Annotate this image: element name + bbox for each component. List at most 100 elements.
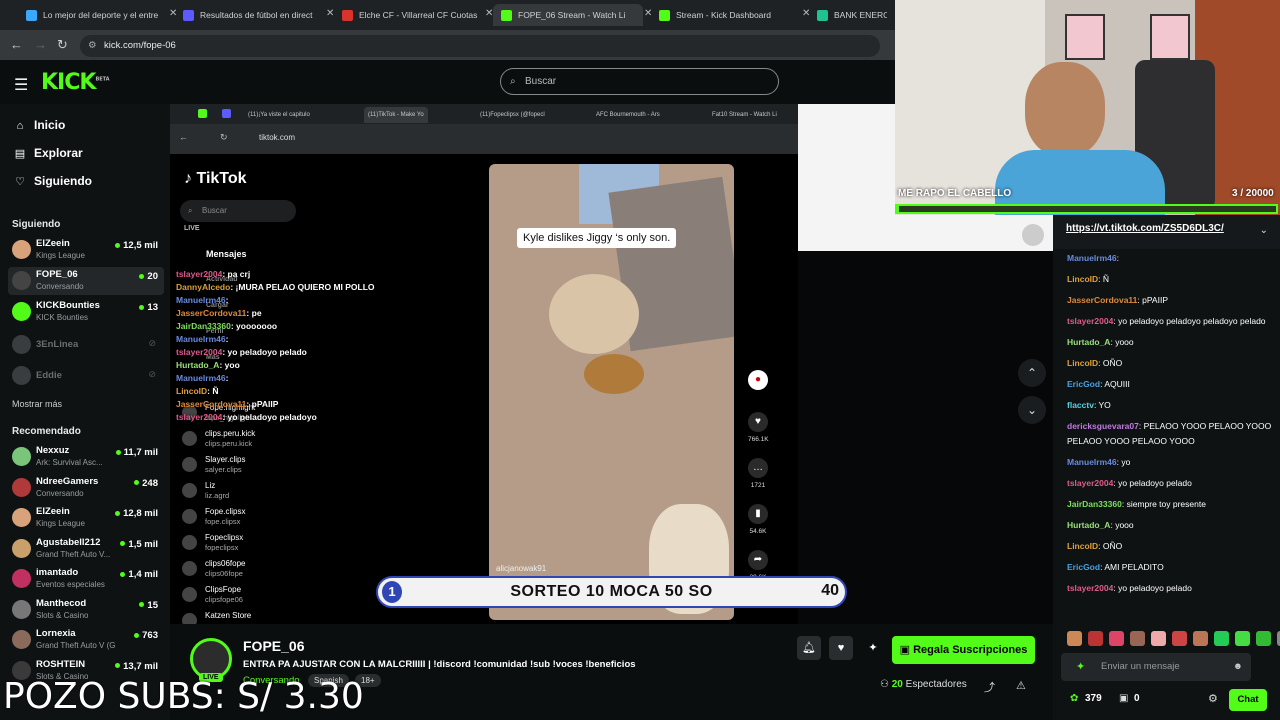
viewer-number: 20 (891, 679, 903, 690)
emote-icon[interactable] (1088, 631, 1103, 646)
chat-username[interactable]: EricGod (1067, 562, 1100, 572)
channel-viewers: 763 (134, 630, 158, 641)
browser-tab[interactable]: Stream - Kick Dashboard (651, 4, 801, 26)
browser-tab[interactable]: Resultados de fútbol en direct (175, 4, 325, 26)
gift-icon[interactable]: ▣ (1119, 693, 1128, 704)
share-icon[interactable]: ⤴ (984, 679, 995, 695)
inner-browser-tab: (11)¡Ya viste el capitulo (248, 112, 310, 118)
nav-siguiendo[interactable]: ♡ Siguiendo (12, 174, 92, 188)
emote-icon[interactable] (1130, 631, 1145, 646)
chat-message: Hurtado_A: yooo (1067, 337, 1134, 347)
chat-input[interactable]: ✦ Enviar un mensaje ☻ (1061, 653, 1251, 681)
chat-username[interactable]: tslayer2004 (1067, 316, 1113, 326)
viewer-number: 13 (147, 302, 158, 313)
channel-category: Eventos especiales (36, 580, 105, 589)
chevron-down-icon[interactable]: ⌄ (1260, 225, 1268, 236)
chat-username[interactable]: JasserCordova11 (1067, 295, 1137, 305)
emote-icon[interactable] (1172, 631, 1187, 646)
settings-gear-icon[interactable]: ⚙ (1208, 692, 1218, 705)
pinned-link[interactable]: https://vt.tiktok.com/ZS5D6DL3C/ (1066, 223, 1224, 234)
sidebar-channel[interactable]: ElZeein Kings League 12,5 mil (8, 236, 164, 264)
sidebar-channel[interactable]: NdreeGamers Conversando 248 (8, 474, 164, 502)
browser-tab[interactable]: Elche CF - Villarreal CF Cuotas (334, 4, 484, 26)
chat-username[interactable]: Manuelrm46 (1067, 253, 1117, 263)
overlay-chat-line: Manuelrm46: (176, 373, 229, 383)
overlay-chat-text: yo peladoyo pelado (227, 347, 307, 357)
emote-icon[interactable] (1256, 631, 1271, 646)
emote-icon[interactable] (1235, 631, 1250, 646)
chat-username[interactable]: JairDan33360 (1067, 499, 1122, 509)
sidebar-channel[interactable]: Agustabell212 Grand Theft Auto V... 1,5 mi… (8, 535, 164, 563)
emote-icon[interactable] (1193, 631, 1208, 646)
avatar (12, 569, 31, 588)
sidebar-channel[interactable]: Nexxuz Ark: Survival Asc... 11,7 mil (8, 443, 164, 471)
sidebar-channel[interactable]: ElZeein Kings League 12,8 mil (8, 504, 164, 532)
scroll-down-icon[interactable]: ⌄ (1018, 396, 1046, 424)
browser-tab[interactable]: FOPE_06 Stream - Watch Li (493, 4, 643, 26)
emote-icon[interactable] (1151, 631, 1166, 646)
chat-username[interactable]: flacctv (1067, 400, 1094, 410)
chat-username[interactable]: dericksguevara07 (1067, 421, 1139, 431)
sparkle-icon[interactable]: ✦ (861, 636, 885, 660)
pinned-message[interactable]: https://vt.tiktok.com/ZS5D6DL3C/ ⌄ (1053, 215, 1280, 249)
sidebar-channel[interactable]: FOPE_06 Conversando 20 (8, 267, 164, 295)
overlay-chat-line: JasserCordova11: pe (176, 308, 262, 318)
sidebar-channel[interactable]: KICKBounties KICK Bounties 13 (8, 298, 164, 326)
chat-message: tslayer2004: yo peladoyo pelado (1067, 477, 1192, 488)
streamer-name[interactable]: FOPE_06 (243, 638, 304, 654)
sidebar-channel-offline[interactable]: 3EnLinea ⊘ (8, 331, 164, 359)
points-icon[interactable]: ✿ (1070, 693, 1078, 704)
overlay-chat-line: tslayer2004: yo peladoyo pelado (176, 347, 307, 357)
sidebar-channel-offline[interactable]: Eddie ⊘ (8, 362, 164, 390)
chat-message: LincoID: OÑO (1067, 540, 1123, 551)
overlay-chat-user: JasserCordova11 (176, 308, 247, 318)
sidebar-channel[interactable]: imantado Eventos especiales 1,4 mil (8, 565, 164, 593)
notification-bell-icon[interactable]: 🔔︎ (797, 636, 821, 660)
channel-category: Conversando (36, 488, 84, 498)
raffle-text: SORTEO 10 MOCA 50 SO (510, 583, 713, 600)
chat-username[interactable]: tslayer2004 (1067, 478, 1113, 488)
follow-heart-icon[interactable]: ♥ (829, 636, 853, 660)
browse-icon: ▤ (14, 148, 26, 160)
sidebar-channel[interactable]: Lornexia Grand Theft Auto V (G... 763 (8, 626, 164, 654)
url-field[interactable]: ⚙ kick.com/fope-06 (80, 35, 880, 57)
chat-send-button[interactable]: Chat (1229, 689, 1267, 711)
back-icon[interactable]: ← (10, 37, 23, 52)
chat-username[interactable]: LincoID (1067, 358, 1098, 368)
kick-logo[interactable]: KICKBETA (41, 70, 110, 95)
emote-icon[interactable] (1214, 631, 1229, 646)
viewer-number: 763 (142, 630, 158, 641)
overlay-chat-text: pa crj (227, 269, 251, 279)
show-more-link[interactable]: Mostrar más (12, 399, 62, 409)
browser-tab[interactable]: Lo mejor del deporte y el entre (18, 4, 168, 26)
chat-username[interactable]: Hurtado_A (1067, 520, 1110, 530)
chat-username[interactable]: LincoID (1067, 274, 1098, 284)
channel-name: 3EnLinea (36, 339, 79, 350)
scroll-up-icon[interactable]: ⌃ (1018, 359, 1046, 387)
chat-username[interactable]: EricGod (1067, 379, 1100, 389)
nav-explorar[interactable]: ▤ Explorar (12, 146, 83, 160)
forward-icon[interactable]: → (34, 37, 47, 52)
chat-username[interactable]: Manuelrm46 (1067, 457, 1117, 467)
report-icon[interactable]: ⚠ (1016, 679, 1026, 692)
tab-title: Resultados de fútbol en direct (200, 10, 313, 20)
site-info-icon[interactable]: ⚙ (88, 35, 97, 57)
chat-username[interactable]: tslayer2004 (1067, 583, 1113, 593)
channel-viewers: 13,7 mil (115, 661, 158, 672)
reload-icon[interactable]: ↻ (57, 37, 68, 53)
browser-tab[interactable]: BANK ENERO (809, 4, 887, 26)
chat-username[interactable]: Hurtado_A (1067, 337, 1110, 347)
tab-favicon-icon (659, 9, 670, 21)
emote-icon[interactable] (1067, 631, 1082, 646)
account-handle: clips.peru.kick (205, 439, 253, 448)
chat-username[interactable]: LincoID (1067, 541, 1098, 551)
search-input[interactable]: ⌕ Buscar (500, 68, 779, 95)
gift-subscriptions-button[interactable]: ▣ Regala Suscripciones (892, 636, 1035, 664)
emoji-icon[interactable]: ☻ (1233, 653, 1243, 681)
sidebar-channel[interactable]: Manthecod Slots & Casino 15 (8, 596, 164, 624)
emote-icon[interactable] (1109, 631, 1124, 646)
nav-inicio[interactable]: ⌂ Inicio (12, 118, 66, 132)
menu-icon[interactable]: ☰ (14, 75, 28, 95)
inner-reload-icon: ↻ (220, 132, 228, 142)
overlay-chat-user: Manuelrm46 (176, 334, 226, 344)
